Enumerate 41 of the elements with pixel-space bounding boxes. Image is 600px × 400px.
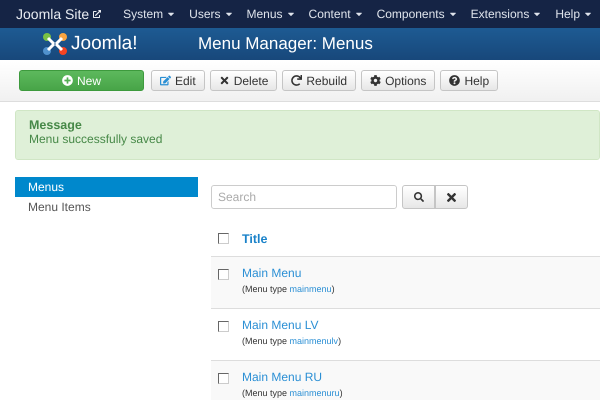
menu-type-text: (Menu type mainmenulv) <box>242 336 342 346</box>
options-button[interactable]: Options <box>361 70 436 91</box>
settings-icon <box>370 75 382 86</box>
checkbox[interactable] <box>218 321 229 332</box>
delete-button[interactable]: Delete <box>210 70 278 91</box>
rebuild-button[interactable]: Rebuild <box>282 70 356 91</box>
checkbox[interactable] <box>218 269 229 280</box>
edit-button[interactable]: Edit <box>151 70 205 91</box>
help-icon <box>449 75 460 86</box>
logo-text: Joomla! <box>71 33 138 55</box>
checkbox[interactable] <box>218 373 229 384</box>
refresh-icon <box>291 75 302 86</box>
menu-type-text: (Menu type mainmenuru) <box>242 388 343 398</box>
close-icon <box>218 75 230 86</box>
external-link-icon <box>93 10 102 18</box>
nav-menu-item[interactable]: Content <box>308 7 364 21</box>
sidebar-item[interactable]: Menu Items <box>15 197 198 217</box>
edit-icon <box>160 75 171 86</box>
clear-button[interactable] <box>435 185 468 209</box>
search-field[interactable]: Search <box>211 185 397 209</box>
checkbox[interactable] <box>218 233 229 244</box>
column-header[interactable]: Title <box>242 232 268 246</box>
nav-menu-item[interactable]: Components <box>376 7 458 21</box>
nav-menu-item[interactable]: Help <box>555 7 594 21</box>
search-icon <box>414 192 424 202</box>
close-icon <box>445 190 458 204</box>
nav-menu-item[interactable]: Extensions <box>470 7 542 21</box>
joomla-logo-icon <box>42 32 68 56</box>
nav-menu-item[interactable]: Menus <box>246 7 296 21</box>
sidebar-item[interactable]: Menus <box>15 177 198 197</box>
site-link[interactable]: Joomla Site <box>16 6 102 22</box>
page-title: Menu Manager: Menus <box>198 34 373 54</box>
message-heading: Message <box>29 118 83 132</box>
nav-menu-item[interactable]: System <box>123 7 176 21</box>
help-button[interactable]: Help <box>440 70 498 91</box>
menu-type-link[interactable]: mainmenulv <box>290 336 338 346</box>
message-text: Menu successfully saved <box>29 132 164 146</box>
nav-menu-item[interactable]: Users <box>189 7 234 21</box>
search-button[interactable] <box>402 185 435 209</box>
menu-type-text: (Menu type mainmenu) <box>242 284 335 294</box>
menu-title-link[interactable]: Main Menu LV <box>242 318 342 332</box>
